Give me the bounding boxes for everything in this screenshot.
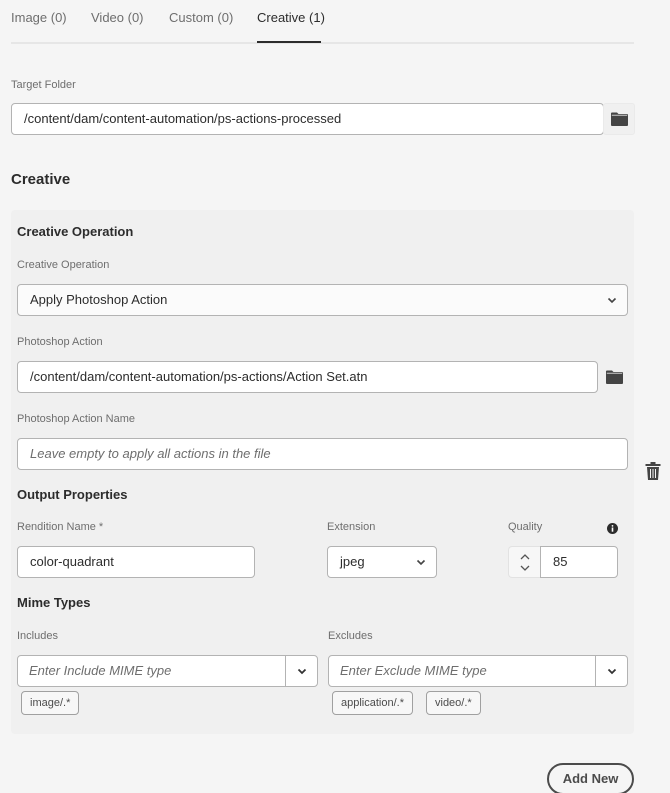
rendition-name-label: Rendition Name * [17,521,104,533]
excludes-label: Excludes [328,630,373,642]
chevron-up-icon[interactable] [519,553,531,561]
creative-operation-label: Creative Operation [17,259,110,271]
extension-label: Extension [327,521,376,533]
chevron-down-icon [607,297,617,304]
chevron-down-icon [297,668,306,675]
folder-icon [610,112,628,126]
exclude-mime-input[interactable]: Enter Exclude MIME type [340,656,487,686]
quality-info-button[interactable] [607,521,618,539]
include-mime-combobox[interactable]: Enter Include MIME type [17,655,318,687]
include-tag[interactable]: image/.* [21,691,80,715]
chevron-down-icon [416,559,426,566]
rendition-name-input[interactable]: color-quadrant [17,546,255,578]
active-tab-indicator [257,41,321,43]
tab-creative[interactable]: Creative (1) [257,10,325,25]
exclude-tag[interactable]: video/.* [426,691,481,715]
creative-operation-heading: Creative Operation [17,224,134,239]
tab-bar: Image (0) Video (0) Custom (0) Creative … [11,0,634,44]
extension-select[interactable]: jpeg [327,546,437,578]
includes-label: Includes [17,630,58,642]
folder-icon [605,370,623,384]
photoshop-action-browse-button[interactable] [604,367,624,387]
add-new-button[interactable]: Add New [547,763,634,793]
target-folder-input[interactable]: /content/dam/content-automation/ps-actio… [11,103,604,135]
exclude-tag[interactable]: application/.* [332,691,413,715]
photoshop-action-name-label: Photoshop Action Name [17,413,136,425]
exclude-mime-combobox[interactable]: Enter Exclude MIME type [328,655,628,687]
quality-input[interactable]: 85 [540,546,618,578]
target-folder-browse-button[interactable] [603,103,635,135]
output-properties-heading: Output Properties [17,487,128,502]
tab-video[interactable]: Video (0) [91,10,144,25]
tab-custom[interactable]: Custom (0) [169,10,233,25]
info-icon [607,523,618,534]
include-mime-dropdown-button[interactable] [285,656,317,686]
chevron-down-icon [607,668,616,675]
target-folder-label: Target Folder [11,79,76,91]
photoshop-action-input[interactable]: /content/dam/content-automation/ps-actio… [17,361,598,393]
section-title: Creative [11,171,71,188]
quality-label: Quality [508,521,543,533]
include-mime-input[interactable]: Enter Include MIME type [29,656,171,686]
photoshop-action-label: Photoshop Action [17,336,103,348]
extension-value: jpeg [340,554,365,569]
photoshop-action-name-input[interactable]: Leave empty to apply all actions in the … [17,438,628,470]
creative-operation-select[interactable]: Apply Photoshop Action [17,284,628,316]
mime-types-heading: Mime Types [17,595,91,610]
tab-image[interactable]: Image (0) [11,10,67,25]
chevron-down-icon[interactable] [519,564,531,572]
trash-icon [645,462,661,480]
creative-operation-value: Apply Photoshop Action [30,292,168,307]
exclude-mime-dropdown-button[interactable] [595,656,627,686]
quality-stepper [508,546,541,578]
delete-operation-button[interactable] [645,462,661,485]
